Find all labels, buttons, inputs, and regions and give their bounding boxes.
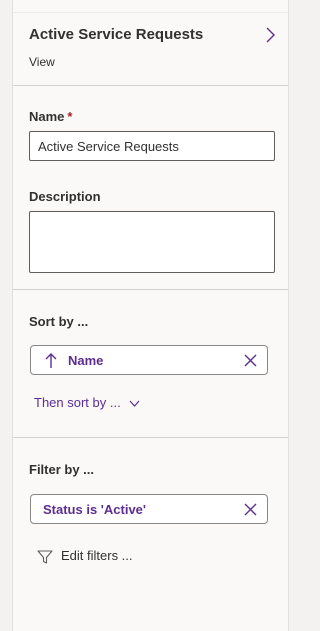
name-label-text: Name (29, 109, 65, 124)
divider (13, 85, 288, 86)
close-icon[interactable] (244, 354, 257, 367)
left-gutter (0, 0, 12, 631)
filter-pill[interactable]: Status is 'Active' (30, 494, 268, 524)
sort-pill[interactable]: Name (30, 345, 268, 375)
panel-top-strip (13, 0, 288, 13)
filter-by-label: Filter by ... (29, 462, 95, 477)
name-field-label: Name * (29, 109, 72, 124)
panel-subtitle: View (29, 55, 55, 69)
required-indicator: * (67, 109, 73, 124)
divider (13, 289, 288, 290)
close-icon[interactable] (244, 503, 257, 516)
edit-filters-button[interactable]: Edit filters ... (37, 548, 133, 565)
description-label: Description (29, 189, 101, 204)
right-gutter (289, 0, 299, 631)
then-sort-by-label: Then sort by ... (34, 395, 121, 410)
sort-pill-label: Name (68, 353, 104, 368)
view-properties-panel: Active Service Requests View Name* Descr… (12, 0, 289, 631)
arrow-up-icon (45, 353, 57, 368)
chevron-right-icon[interactable] (263, 26, 277, 44)
divider (13, 437, 288, 438)
edit-filters-label: Edit filters ... (61, 548, 133, 563)
then-sort-by-button[interactable]: Then sort by ... (34, 395, 140, 410)
filter-icon (37, 550, 53, 564)
sort-by-label: Sort by ... (29, 314, 89, 329)
chevron-down-icon (129, 400, 140, 407)
panel-title: Active Service Requests (29, 26, 204, 43)
filter-pill-label: Status is 'Active' (43, 502, 146, 517)
name-input[interactable] (29, 131, 275, 161)
description-input[interactable] (29, 211, 275, 273)
